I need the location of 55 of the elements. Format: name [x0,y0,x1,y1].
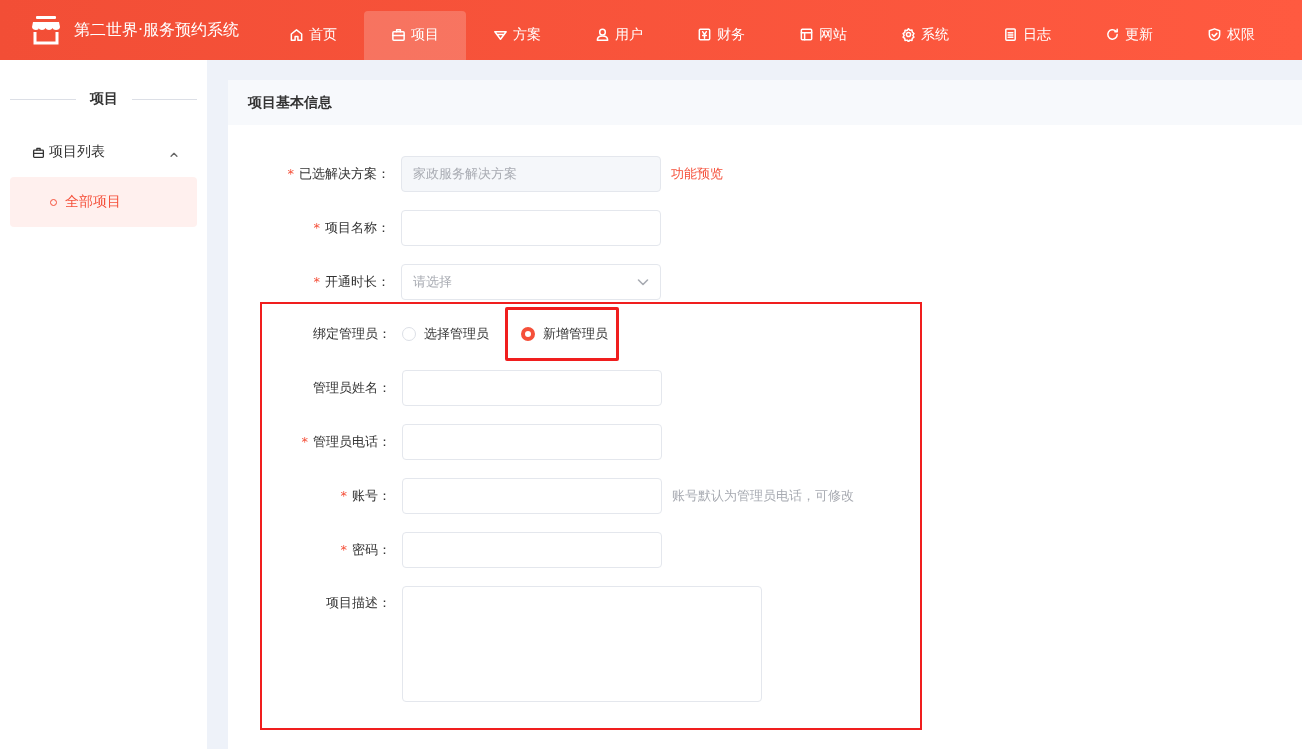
radio-label: 新增管理员 [543,325,608,343]
shield-icon [1207,27,1222,42]
document-icon [1003,27,1018,42]
app-title: 第二世界·服务预约系统 [74,19,240,41]
field-label: 管理员姓名： [312,379,392,397]
field-label: 账号： [352,487,391,505]
sidebar-title: 项目 [88,90,119,108]
layout-icon [799,27,814,42]
sidebar-group-item[interactable]: 项目列表 [10,138,197,166]
yen-icon [697,27,712,42]
radio-button[interactable] [521,327,535,341]
nav-tab[interactable]: 财务 [670,11,772,60]
field-label: 管理员电话： [313,433,391,451]
input-field[interactable] [402,370,662,406]
select-field[interactable]: 请选择 [401,264,661,300]
radio-option[interactable]: 选择管理员 [402,316,489,352]
required-mark: * [287,166,294,181]
required-mark: * [313,220,320,235]
required-mark: * [313,274,320,289]
nav-tab[interactable]: 系统 [874,11,976,60]
radio-label: 选择管理员 [424,325,489,343]
sidebar-item[interactable]: 全部项目 [10,177,197,227]
briefcase-icon [32,145,45,159]
home-icon [289,27,304,42]
nav-tab[interactable]: 网站 [772,11,874,60]
input-field[interactable] [402,532,662,568]
input-field[interactable] [402,478,662,514]
briefcase-icon [391,27,406,42]
store-logo-icon [30,14,62,46]
highlighted-radio-option[interactable]: 新增管理员 [505,307,619,361]
input-field[interactable] [401,210,661,246]
textarea-field[interactable] [402,586,762,702]
chevron-down-icon [637,276,649,288]
nav-tab[interactable]: 项目 [364,11,466,60]
nav-tab[interactable]: 方案 [466,11,568,60]
refresh-icon [1105,27,1120,42]
field-label: 项目名称： [325,219,390,237]
nav-tab[interactable]: 日志 [976,11,1078,60]
card-header: 项目基本信息 [228,80,1302,125]
nav-tab[interactable]: 权限 [1180,11,1282,60]
hint-text: 账号默认为管理员电话，可修改 [672,487,854,505]
nav-tab[interactable]: 更新 [1078,11,1180,60]
input-field[interactable] [402,424,662,460]
settings-icon [901,27,916,42]
user-icon [595,27,610,42]
field-label: 开通时长： [325,273,390,291]
required-mark: * [340,488,347,503]
field-label: 密码： [352,541,391,559]
field-label: 项目描述： [325,594,392,612]
nav-tab[interactable]: 首页 [262,11,364,60]
nav-tab[interactable]: 用户 [568,11,670,60]
field-label: 绑定管理员： [312,325,392,343]
required-mark: * [340,542,347,557]
required-mark: * [301,434,308,449]
field-label: 已选解决方案： [299,165,390,183]
